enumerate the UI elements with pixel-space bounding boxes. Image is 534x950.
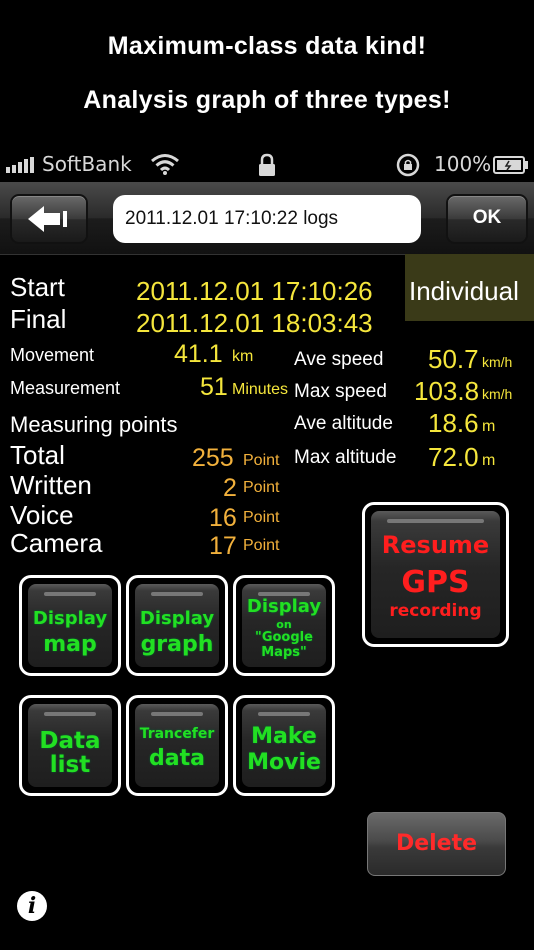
measurement-label: Measurement <box>10 378 121 398</box>
back-button[interactable] <box>10 194 88 244</box>
display-map-button[interactable]: Display map <box>19 575 121 676</box>
display-google-maps-button[interactable]: Display on "Google Maps" <box>233 575 335 676</box>
transfer-data-button[interactable]: Trancefer data <box>126 695 228 796</box>
signal-bars-icon <box>6 157 34 173</box>
max-speed-label: Max speed <box>294 381 387 402</box>
carrier-name: SoftBank <box>42 152 132 176</box>
resume-gps-recording-button[interactable]: Resume GPS recording <box>362 502 509 647</box>
battery-percent: 100% <box>434 152 492 176</box>
display-graph-button[interactable]: Display graph <box>126 575 228 676</box>
total-unit: Point <box>243 452 280 469</box>
make-movie-button[interactable]: Make Movie <box>233 695 335 796</box>
resume-label: Resume <box>381 531 490 559</box>
movement-label: Movement <box>10 345 95 365</box>
camera-unit: Point <box>243 537 280 554</box>
start-label: Start <box>10 272 65 302</box>
voice-value: 16 <box>209 504 237 532</box>
written-label: Written <box>10 470 92 500</box>
ave-speed-unit: km/h <box>482 354 513 370</box>
camera-label: Camera <box>10 528 103 558</box>
status-bar: SoftBank 100% <box>0 148 534 182</box>
total-value: 255 <box>192 444 234 472</box>
make-movie-label-1: Make <box>251 724 317 749</box>
google-label-4: Maps" <box>261 645 307 660</box>
delete-label: Delete <box>395 831 478 856</box>
max-speed-unit: km/h <box>482 386 513 402</box>
log-title-field[interactable]: 2011.12.01 17:10:22 logs <box>113 195 421 243</box>
display-map-label-2: map <box>43 632 97 657</box>
voice-label: Voice <box>10 500 74 530</box>
transfer-label-2: data <box>149 746 205 771</box>
measuring-points-label: Measuring points <box>10 412 178 437</box>
max-altitude-label: Max altitude <box>294 447 397 468</box>
ave-altitude-value: 18.6 <box>428 408 479 438</box>
ave-altitude-label: Ave altitude <box>294 413 393 434</box>
max-altitude-unit: m <box>482 452 496 469</box>
ave-altitude-unit: m <box>482 418 496 435</box>
camera-value: 17 <box>209 532 237 560</box>
data-list-label-2: list <box>49 752 91 778</box>
voice-unit: Point <box>243 509 280 526</box>
ave-speed-label: Ave speed <box>294 349 384 370</box>
movement-value: 41.1 <box>174 340 223 368</box>
ave-speed-value: 50.7 <box>428 344 479 374</box>
back-arrow-icon <box>28 206 67 232</box>
movement-unit: km <box>232 348 254 365</box>
written-unit: Point <box>243 479 280 496</box>
total-label: Total <box>10 440 65 470</box>
ok-button[interactable]: OK <box>446 194 528 244</box>
google-label-1: Display <box>246 596 322 617</box>
data-list-button[interactable]: Data list <box>19 695 121 796</box>
delete-button[interactable]: Delete <box>367 812 506 876</box>
transfer-label-1: Trancefer <box>139 726 215 742</box>
wifi-icon <box>151 154 179 175</box>
promo-line-1: Maximum-class data kind! <box>107 32 427 60</box>
info-icon[interactable]: i <box>17 891 47 921</box>
lock-icon <box>259 153 275 176</box>
measurement-unit: Minutes <box>232 381 289 398</box>
max-altitude-value: 72.0 <box>428 442 479 472</box>
final-label: Final <box>10 304 67 334</box>
max-speed-value: 103.8 <box>414 376 480 406</box>
display-graph-label-2: graph <box>140 632 214 657</box>
written-value: 2 <box>223 474 237 502</box>
make-movie-label-2: Movie <box>247 750 321 775</box>
display-graph-label-1: Display <box>139 608 215 629</box>
display-map-label-1: Display <box>32 608 108 629</box>
recording-label: recording <box>389 601 482 621</box>
battery-icon <box>493 156 528 174</box>
rotation-lock-icon <box>396 153 420 177</box>
google-label-3: "Google <box>255 630 313 645</box>
promo-line-2: Analysis graph of three types! <box>83 86 451 114</box>
final-value: 2011.12.01 18:03:43 <box>136 308 373 338</box>
measurement-value: 51 <box>200 373 228 401</box>
data-list-label-1: Data <box>39 728 101 754</box>
individual-label: Individual <box>409 276 519 306</box>
gps-label: GPS <box>401 565 470 600</box>
start-value: 2011.12.01 17:10:26 <box>136 276 373 306</box>
